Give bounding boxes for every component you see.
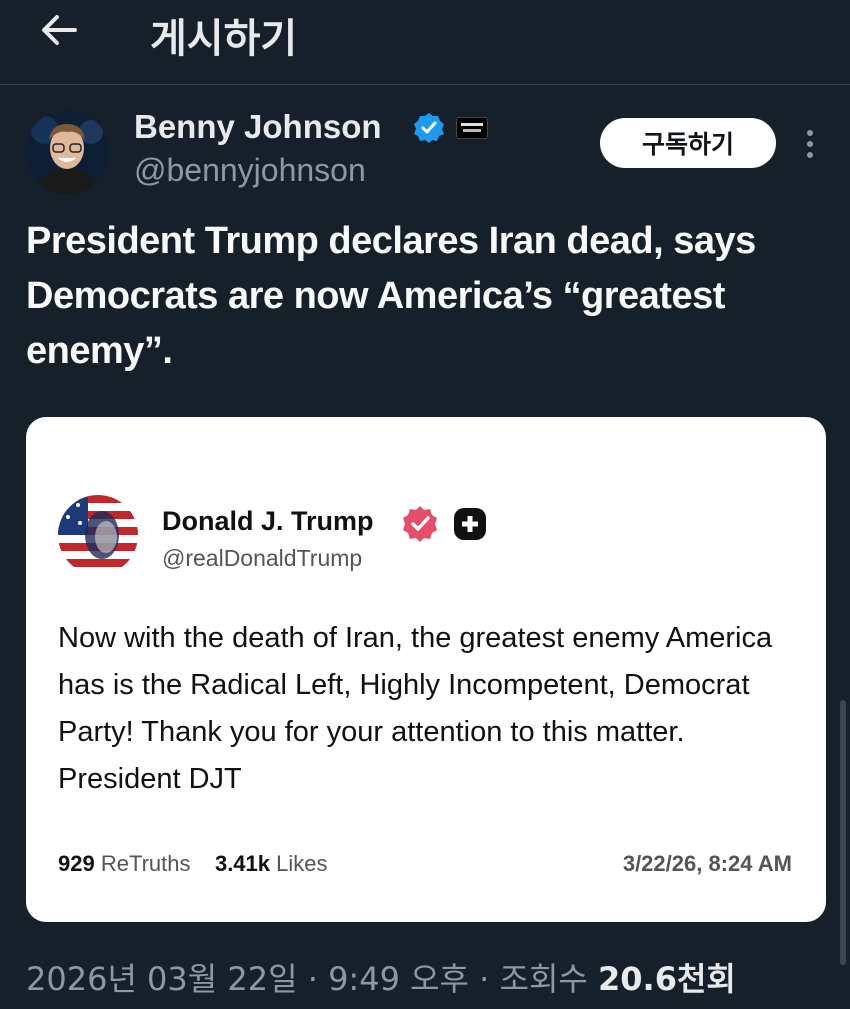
embedded-post-card[interactable]: Donald J. Trump @realDonaldTrump Now wit… [26, 417, 826, 922]
embed-author-handle: @realDonaldTrump [162, 545, 363, 571]
more-vertical-icon [807, 130, 813, 158]
arrow-left-icon [42, 15, 77, 45]
top-bar: 게시하기 [0, 0, 850, 85]
back-button[interactable] [34, 8, 84, 52]
tweet-text: President Trump declares Iran dead, says… [26, 220, 756, 372]
retruths-count: 929 [58, 851, 95, 876]
embed-post-date: 3/22/26, 8:24 AM [622, 851, 792, 876]
affiliate-badge-icon[interactable] [456, 117, 488, 139]
likes-count: 3.41k [214, 851, 271, 876]
meta-separator: · [479, 960, 490, 998]
author-avatar[interactable] [25, 110, 109, 194]
truth-social-plus-icon [454, 508, 486, 540]
post-time: 9:49 오후 [328, 960, 469, 998]
meta-separator: · [307, 960, 318, 998]
embed-avatar [58, 495, 138, 575]
post-date: 2026년 03월 22일 [26, 960, 298, 998]
author-name[interactable]: Benny Johnson [134, 108, 382, 146]
verified-badge-icon [414, 113, 444, 143]
views-label: 조회수 [499, 960, 588, 998]
post-meta: 2026년 03월 22일 · 9:49 오후 · 조회수 20.6천회 [26, 954, 736, 1000]
embed-post-body: Now with the death of Iran, the greatest… [58, 622, 773, 795]
embed-author-name: Donald J. Trump [162, 506, 374, 536]
subscribe-button[interactable]: 구독하기 [600, 118, 776, 168]
page-title: 게시하기 [150, 16, 298, 62]
retruths-label: ReTruths [100, 851, 191, 876]
embed-verified-badge-icon [403, 506, 437, 542]
author-handle[interactable]: @bennyjohnson [134, 152, 366, 189]
more-options-button[interactable] [795, 126, 825, 162]
scrollbar-thumb[interactable] [840, 700, 846, 965]
embed-stats: 929 ReTruths 3.41k Likes [58, 851, 328, 877]
likes-label: Likes [276, 851, 328, 876]
views-count[interactable]: 20.6천회 [598, 960, 736, 998]
